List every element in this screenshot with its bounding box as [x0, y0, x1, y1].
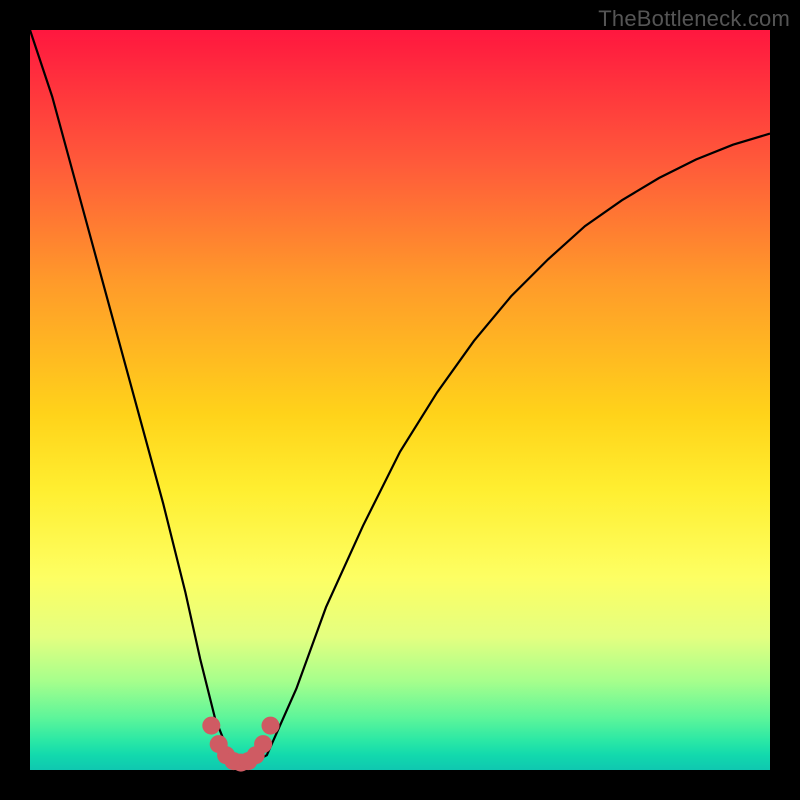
chart-svg: [30, 30, 770, 770]
chart-gradient-area: [30, 30, 770, 770]
marker-dot: [254, 735, 272, 753]
optimal-region-markers: [202, 717, 279, 772]
marker-dot: [262, 717, 280, 735]
bottleneck-curve: [30, 30, 770, 763]
marker-dot: [202, 717, 220, 735]
chart-frame: TheBottleneck.com: [0, 0, 800, 800]
watermark-text: TheBottleneck.com: [598, 6, 790, 32]
